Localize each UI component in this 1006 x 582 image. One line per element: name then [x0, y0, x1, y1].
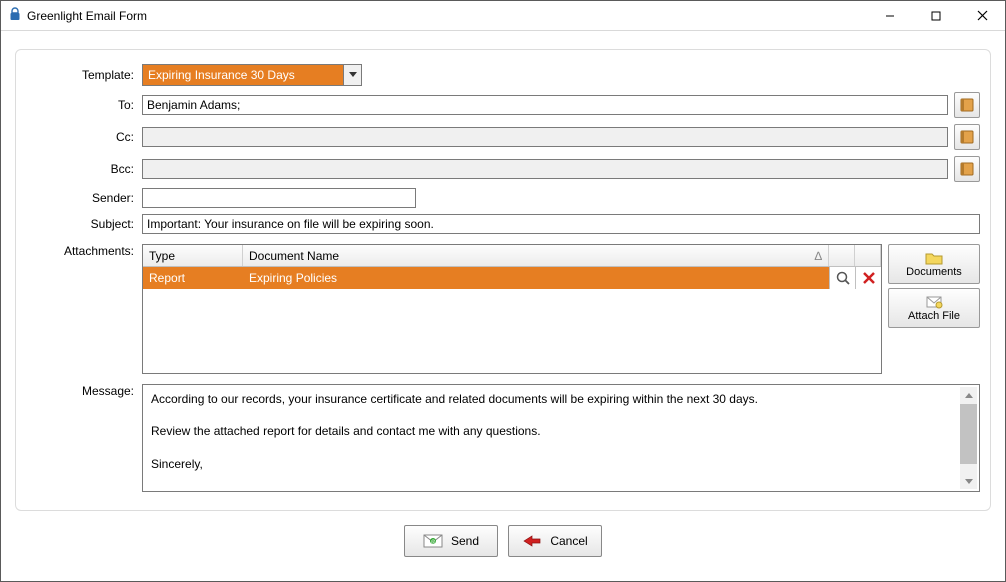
message-area[interactable]: According to our records, your insurance…: [142, 384, 980, 492]
window-title: Greenlight Email Form: [27, 9, 147, 23]
cc-addressbook-button[interactable]: [954, 124, 980, 150]
maximize-button[interactable]: [913, 1, 959, 31]
svg-text:@: @: [430, 540, 435, 546]
sender-input[interactable]: [142, 188, 416, 208]
subject-label: Subject:: [26, 217, 136, 231]
column-type-header[interactable]: Type: [143, 245, 243, 266]
email-form-window: Greenlight Email Form Template: Expiring…: [0, 0, 1006, 582]
chevron-down-icon: [343, 65, 361, 85]
bcc-addressbook-button[interactable]: [954, 156, 980, 182]
scroll-down-icon[interactable]: [960, 472, 977, 489]
subject-input[interactable]: [142, 214, 980, 234]
attachment-view-button[interactable]: [829, 267, 855, 289]
attachment-name: Expiring Policies: [243, 267, 829, 289]
bcc-input[interactable]: [142, 159, 948, 179]
attachments-label: Attachments:: [26, 244, 136, 258]
attachment-delete-button[interactable]: [855, 267, 881, 289]
form-panel: Template: Expiring Insurance 30 Days To:: [15, 49, 991, 511]
send-envelope-icon: @: [423, 534, 443, 548]
window-lock-icon: [9, 7, 21, 24]
template-select[interactable]: Expiring Insurance 30 Days: [142, 64, 362, 86]
attach-file-button[interactable]: Attach File: [888, 288, 980, 328]
titlebar: Greenlight Email Form: [1, 1, 1005, 31]
documents-button[interactable]: Documents: [888, 244, 980, 284]
folder-icon: [925, 251, 943, 265]
scroll-up-icon[interactable]: [960, 387, 977, 404]
window-controls: [867, 1, 1005, 31]
template-label: Template:: [26, 68, 136, 82]
close-button[interactable]: [959, 1, 1005, 31]
cancel-button[interactable]: Cancel: [508, 525, 602, 557]
message-label: Message:: [26, 384, 136, 398]
message-text[interactable]: According to our records, your insurance…: [145, 387, 960, 489]
cc-input[interactable]: [142, 127, 948, 147]
scrollbar-thumb[interactable]: [960, 404, 977, 464]
minimize-button[interactable]: [867, 1, 913, 31]
message-scrollbar[interactable]: [960, 387, 977, 489]
template-selected-value: Expiring Insurance 30 Days: [143, 65, 343, 85]
attachments-header: Type Document Name ∆: [143, 245, 881, 267]
to-label: To:: [26, 98, 136, 112]
sender-label: Sender:: [26, 191, 136, 205]
sort-indicator-icon: ∆: [815, 249, 822, 263]
content-area: Template: Expiring Insurance 30 Days To:: [1, 31, 1005, 581]
attachment-type: Report: [143, 267, 243, 289]
to-addressbook-button[interactable]: [954, 92, 980, 118]
column-name-header[interactable]: Document Name ∆: [243, 245, 829, 266]
cancel-arrow-icon: [522, 534, 542, 548]
to-input[interactable]: [142, 95, 948, 115]
bcc-label: Bcc:: [26, 162, 136, 176]
attachment-row[interactable]: Report Expiring Policies: [143, 267, 881, 289]
footer: @ Send Cancel: [15, 511, 991, 571]
attachments-table[interactable]: Type Document Name ∆ Report Expiring Pol…: [142, 244, 882, 374]
cc-label: Cc:: [26, 130, 136, 144]
send-button[interactable]: @ Send: [404, 525, 498, 557]
attach-icon: [925, 295, 943, 309]
